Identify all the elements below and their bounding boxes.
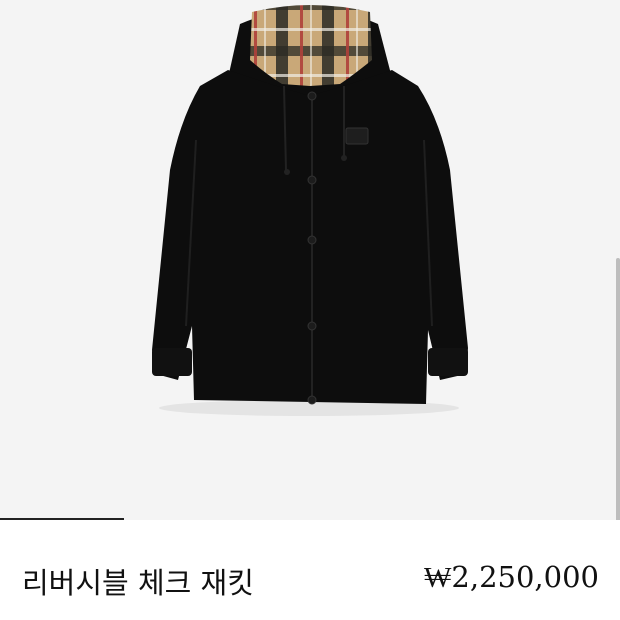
scroll-indicator[interactable] xyxy=(616,258,620,525)
product-name: 리버시블 체크 재킷 xyxy=(22,566,254,600)
product-image-area[interactable] xyxy=(0,0,620,525)
product-info-row: 리버시블 체크 재킷 ₩2,250,000 xyxy=(0,520,620,620)
jacket-image xyxy=(152,5,468,416)
product-price: ₩2,250,000 xyxy=(424,560,599,594)
